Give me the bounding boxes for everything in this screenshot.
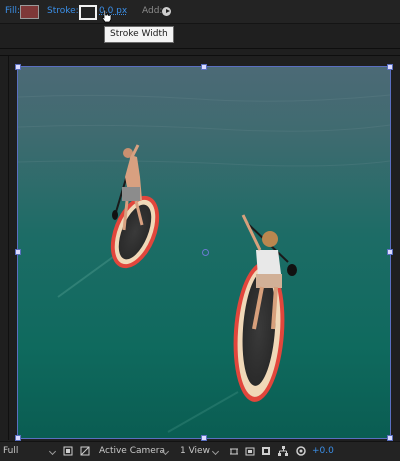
- show-snapshot-icon[interactable]: [261, 446, 271, 456]
- hand-cursor-icon: [101, 9, 112, 23]
- panel-divider: [0, 55, 400, 56]
- flowchart-icon[interactable]: [278, 446, 288, 456]
- snapshot-icon[interactable]: [245, 446, 255, 456]
- panel-edge: [8, 56, 9, 440]
- fill-color-swatch[interactable]: [20, 5, 39, 19]
- fast-preview-icon[interactable]: [229, 446, 239, 456]
- add-label: Add:: [142, 6, 163, 16]
- transparency-grid-icon[interactable]: [80, 446, 90, 456]
- panel-divider: [0, 48, 400, 49]
- layer-handle[interactable]: [387, 249, 393, 255]
- stroke-width-tooltip: Stroke Width: [104, 26, 174, 43]
- view-layout-select[interactable]: 1 View: [180, 442, 210, 461]
- resolution-select[interactable]: Full: [3, 442, 18, 461]
- camera-select[interactable]: Active Camera: [99, 442, 165, 461]
- layer-handle[interactable]: [15, 249, 21, 255]
- stroke-label[interactable]: Stroke:: [47, 0, 79, 23]
- stroke-color-swatch[interactable]: [79, 5, 97, 20]
- reset-exposure-icon[interactable]: [296, 446, 306, 456]
- play-circle-icon[interactable]: [162, 7, 171, 16]
- fill-label[interactable]: Fill:: [5, 0, 20, 23]
- shape-toolbar: Fill: Stroke: 0.0 px Add:: [0, 0, 400, 24]
- layer-handle[interactable]: [201, 64, 207, 70]
- viewer-footer: Full Active Camera 1 View +0.0: [0, 441, 400, 461]
- layer-handle[interactable]: [15, 64, 21, 70]
- chevron-down-icon[interactable]: [211, 447, 220, 456]
- chevron-down-icon[interactable]: [48, 447, 57, 456]
- anchor-point[interactable]: [202, 249, 209, 256]
- layer-handle[interactable]: [387, 64, 393, 70]
- region-of-interest-icon[interactable]: [63, 446, 73, 456]
- exposure-value[interactable]: +0.0: [312, 442, 334, 461]
